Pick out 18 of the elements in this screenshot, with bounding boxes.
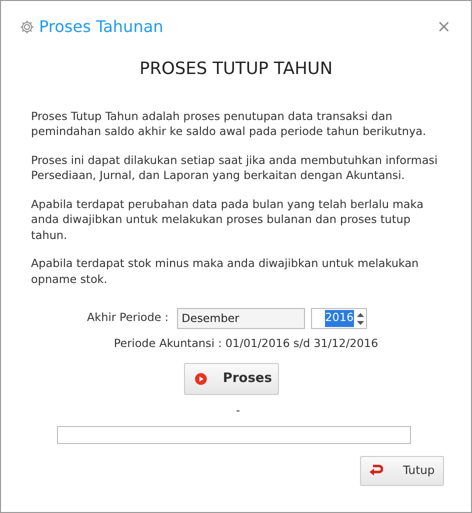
spinner-icon[interactable] [356, 312, 364, 326]
paragraph: Proses ini dapat dilakukan setiap saat jika anda membutuhkan informasi Persediaan, Jurnal, dan Laporan yang berkaitan dengan Akuntansi. [31, 152, 439, 184]
accounting-period-text: Periode Akuntansi : 01/01/2016 s/d 31/12/2016 [112, 336, 380, 352]
paragraph: Apabila terdapat perubahan data pada bulan yang telah berlalu maka anda diwajibkan untuk melakukan proses bulanan dan proses tutup tahun. [31, 196, 424, 243]
month-field[interactable]: Desember [176, 308, 305, 329]
paragraph: Proses Tutup Tahun adalah proses penutupan data transaksi dan pemindahan saldo akhir ke saldo awal pada periode tahun berikutnya. [31, 108, 427, 140]
play-icon [195, 370, 207, 387]
gear-icon [19, 19, 35, 35]
process-button[interactable]: Proses [184, 362, 279, 395]
return-arrow-icon [369, 464, 383, 478]
paragraph: Apabila terdapat stok minus maka anda diwajibkan untuk melakukan opname stok. [31, 256, 420, 287]
window-title: Proses Tahunan [39, 16, 164, 38]
period-label: Akhir Periode : [87, 310, 169, 326]
year-field[interactable]: 2016 [310, 308, 367, 329]
close-dialog-button[interactable]: Tutup [360, 456, 444, 486]
dialog-heading: PROSES TUTUP TAHUN [138, 58, 334, 81]
close-button[interactable]: × [436, 18, 451, 36]
status-text: - [234, 402, 242, 419]
